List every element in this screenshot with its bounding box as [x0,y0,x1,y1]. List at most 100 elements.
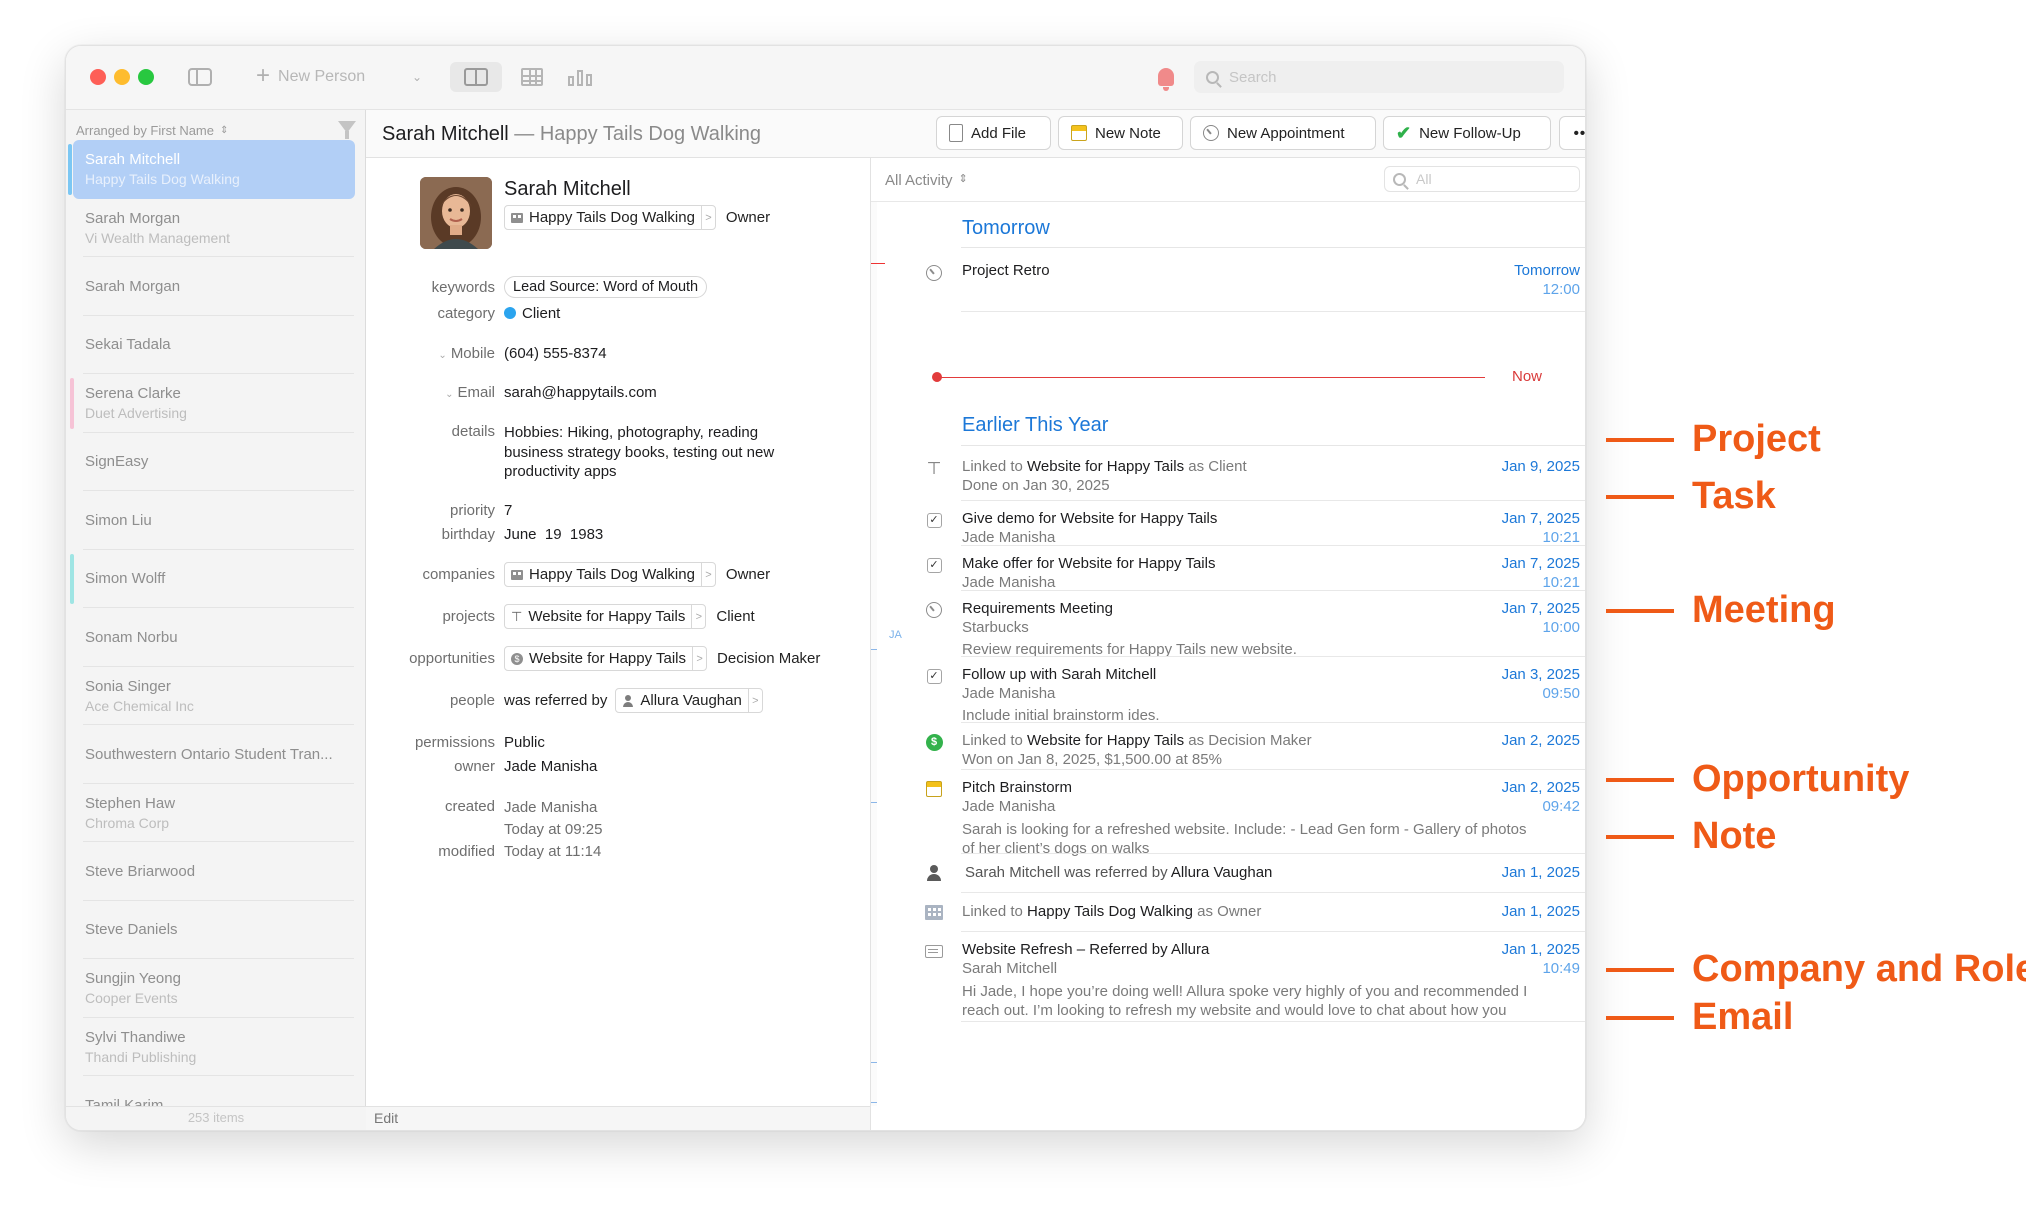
person-list-item[interactable]: Sarah Mitchell Happy Tails Dog Walking [68,140,355,199]
priority-value[interactable]: 7 [504,502,512,519]
activity-search-input[interactable] [1416,171,1566,187]
activity-subtitle: Jade Manisha [962,529,1056,546]
timeline-month-label: JA [889,629,902,641]
activity-item-company[interactable]: Linked to Happy Tails Dog Walking as Own… [925,893,1585,932]
activity-search-field[interactable] [1384,166,1580,192]
minimize-window-button[interactable] [114,69,130,85]
activity-note: Sarah is looking for a refreshed website… [962,820,1572,858]
divider [961,445,1585,446]
person-list-item[interactable]: Simon Liu [66,491,366,550]
person-list-item[interactable]: Sekai Tadala [66,316,366,375]
person-list-item[interactable]: Sylvi Thandiwe Thandi Publishing [66,1018,366,1077]
person-list-organization: Chroma Corp [85,814,170,831]
category-value[interactable]: Client [504,305,560,322]
permissions-label: permissions [414,734,495,751]
activity-item-task[interactable]: ✓ Give demo for Website for Happy Tails … [925,501,1585,546]
company-link-chip[interactable]: Happy Tails Dog Walking > [504,562,716,587]
person-list-item[interactable]: Steve Briarwood [66,842,366,901]
owner-value[interactable]: Jade Manisha [504,758,597,775]
details-value[interactable]: Hobbies: Hiking, photography, reading bu… [504,423,774,482]
email-link[interactable]: sarah@happytails.com [504,384,657,401]
person-list-item[interactable]: Sonia Singer Ace Chemical Inc [66,667,366,726]
person-list-item[interactable]: Sonam Norbu [66,608,366,667]
checkbox-icon[interactable]: ✓ [925,556,943,574]
sidebar-icon [188,68,212,86]
chevron-down-icon: ⌄ [445,389,454,400]
people-sidebar: Arranged by First Name ⇕ Sarah Mitchell H… [66,110,366,1130]
referrer-chip[interactable]: Allura Vaughan > [615,688,763,713]
close-window-button[interactable] [90,69,106,85]
add-file-button[interactable]: Add File [936,116,1051,150]
activity-item-task[interactable]: ✓ Make offer for Website for Happy Tails… [925,546,1585,591]
activity-time: 10:21 [1542,529,1580,546]
chart-bar-icon [577,70,583,86]
people-list: Sarah Mitchell Happy Tails Dog Walking Sar… [66,140,366,1112]
rail-tick [871,649,877,650]
activity-link[interactable]: Website for Happy Tails [1027,458,1184,475]
person-list-item[interactable]: Serena Clarke Duet Advertising [66,374,366,433]
checkbox-icon[interactable]: ✓ [925,667,943,685]
sidebar-toggle-button[interactable] [180,62,220,92]
activity-item-note[interactable]: Pitch Brainstorm Jade Manisha Sarah is l… [925,770,1585,857]
more-actions-button[interactable]: ••• [1559,116,1585,150]
activity-title: Pitch Brainstorm [962,779,1073,796]
app-window: + New Person ⌄ Arranged by First Name ⇕ … [65,45,1586,1131]
mobile-value[interactable]: (604) 555-8374 [504,345,607,362]
birthday-value[interactable]: June 19 1983 [504,526,603,543]
person-list-item[interactable]: Sungjin Yeong Cooper Events [66,959,366,1018]
divider [871,201,1585,202]
person-list-item[interactable]: Sarah Morgan Vi Wealth Management [66,199,366,258]
activity-link[interactable]: Happy Tails Dog Walking [1027,903,1193,920]
timeline-rail[interactable] [871,202,877,1106]
search-field[interactable] [1194,61,1564,93]
new-appointment-label: New Appointment [1227,124,1345,142]
activity-link[interactable]: Website for Happy Tails [1027,732,1184,749]
email-label[interactable]: ⌄ Email [445,384,495,401]
rail-tick [871,802,877,803]
new-note-button[interactable]: New Note [1058,116,1183,150]
new-menu-dropdown[interactable]: ⌄ [412,62,422,92]
activity-link[interactable]: Allura Vaughan [1171,864,1272,881]
opportunity-chip[interactable]: $ Website for Happy Tails > [504,646,708,671]
sort-selector[interactable]: Arranged by First Name ⇕ [76,123,228,138]
person-list-item[interactable]: Stephen Haw Chroma Corp [66,784,366,843]
person-list-item[interactable]: Steve Daniels [66,901,366,960]
created-value: Jade Manisha Today at 09:25 [504,797,602,841]
activity-item-meeting[interactable]: Requirements Meeting Starbucks Review re… [925,591,1585,658]
person-list-item[interactable]: Simon Wolff [66,550,366,609]
company-chip[interactable]: Happy Tails Dog Walking > [504,205,716,230]
new-appointment-button[interactable]: New Appointment [1190,116,1376,150]
category-color-tag [70,553,74,604]
person-list-item[interactable]: Southwestern Ontario Student Tran... [66,725,366,784]
person-list-item[interactable]: Sarah Morgan [66,257,366,316]
mobile-label[interactable]: ⌄ Mobile [438,345,495,362]
activity-item-email[interactable]: Website Refresh – Referred by Allura Sar… [925,932,1585,1022]
notifications-button[interactable] [1151,62,1181,92]
new-person-button[interactable]: + New Person [256,62,365,92]
activity-item-project[interactable]: ⊤ Linked to Website for Happy Tails as C… [925,449,1585,501]
project-chip[interactable]: ⊤ Website for Happy Tails > [504,604,707,629]
person-list-item[interactable]: SignEasy [66,433,366,492]
edit-button[interactable]: Edit [366,1106,870,1130]
table-view-button[interactable] [512,62,552,92]
building-icon [511,212,523,223]
activity-item-referral[interactable]: Sarah Mitchell was referred by Allura Va… [925,854,1585,893]
details-line: Hobbies: Hiking, photography, reading [504,424,759,441]
split-view-button[interactable] [450,62,502,92]
callout-meeting: Meeting [1606,589,1836,632]
callout-label: Company and Role [1692,948,2026,990]
checkbox-icon[interactable]: ✓ [925,511,943,529]
activity-item-meeting[interactable]: Project Retro Tomorrow 12:00 [925,262,1585,312]
search-input[interactable] [1229,68,1529,86]
activity-filter[interactable]: All Activity ⇕ [885,172,968,189]
avatar [420,177,492,249]
new-follow-up-button[interactable]: ✔ New Follow-Up [1383,116,1551,150]
activity-item-follow-up[interactable]: ✓ Follow up with Sarah Mitchell Jade Man… [925,657,1585,724]
keyword-tag[interactable]: Lead Source: Word of Mouth [504,276,708,298]
new-follow-up-label: New Follow-Up [1419,124,1521,142]
permissions-value[interactable]: Public [504,734,545,751]
chart-view-button[interactable] [560,62,600,92]
filter-icon[interactable] [338,121,356,139]
activity-item-opportunity[interactable]: $ Linked to Website for Happy Tails as D… [925,723,1585,770]
zoom-window-button[interactable] [138,69,154,85]
